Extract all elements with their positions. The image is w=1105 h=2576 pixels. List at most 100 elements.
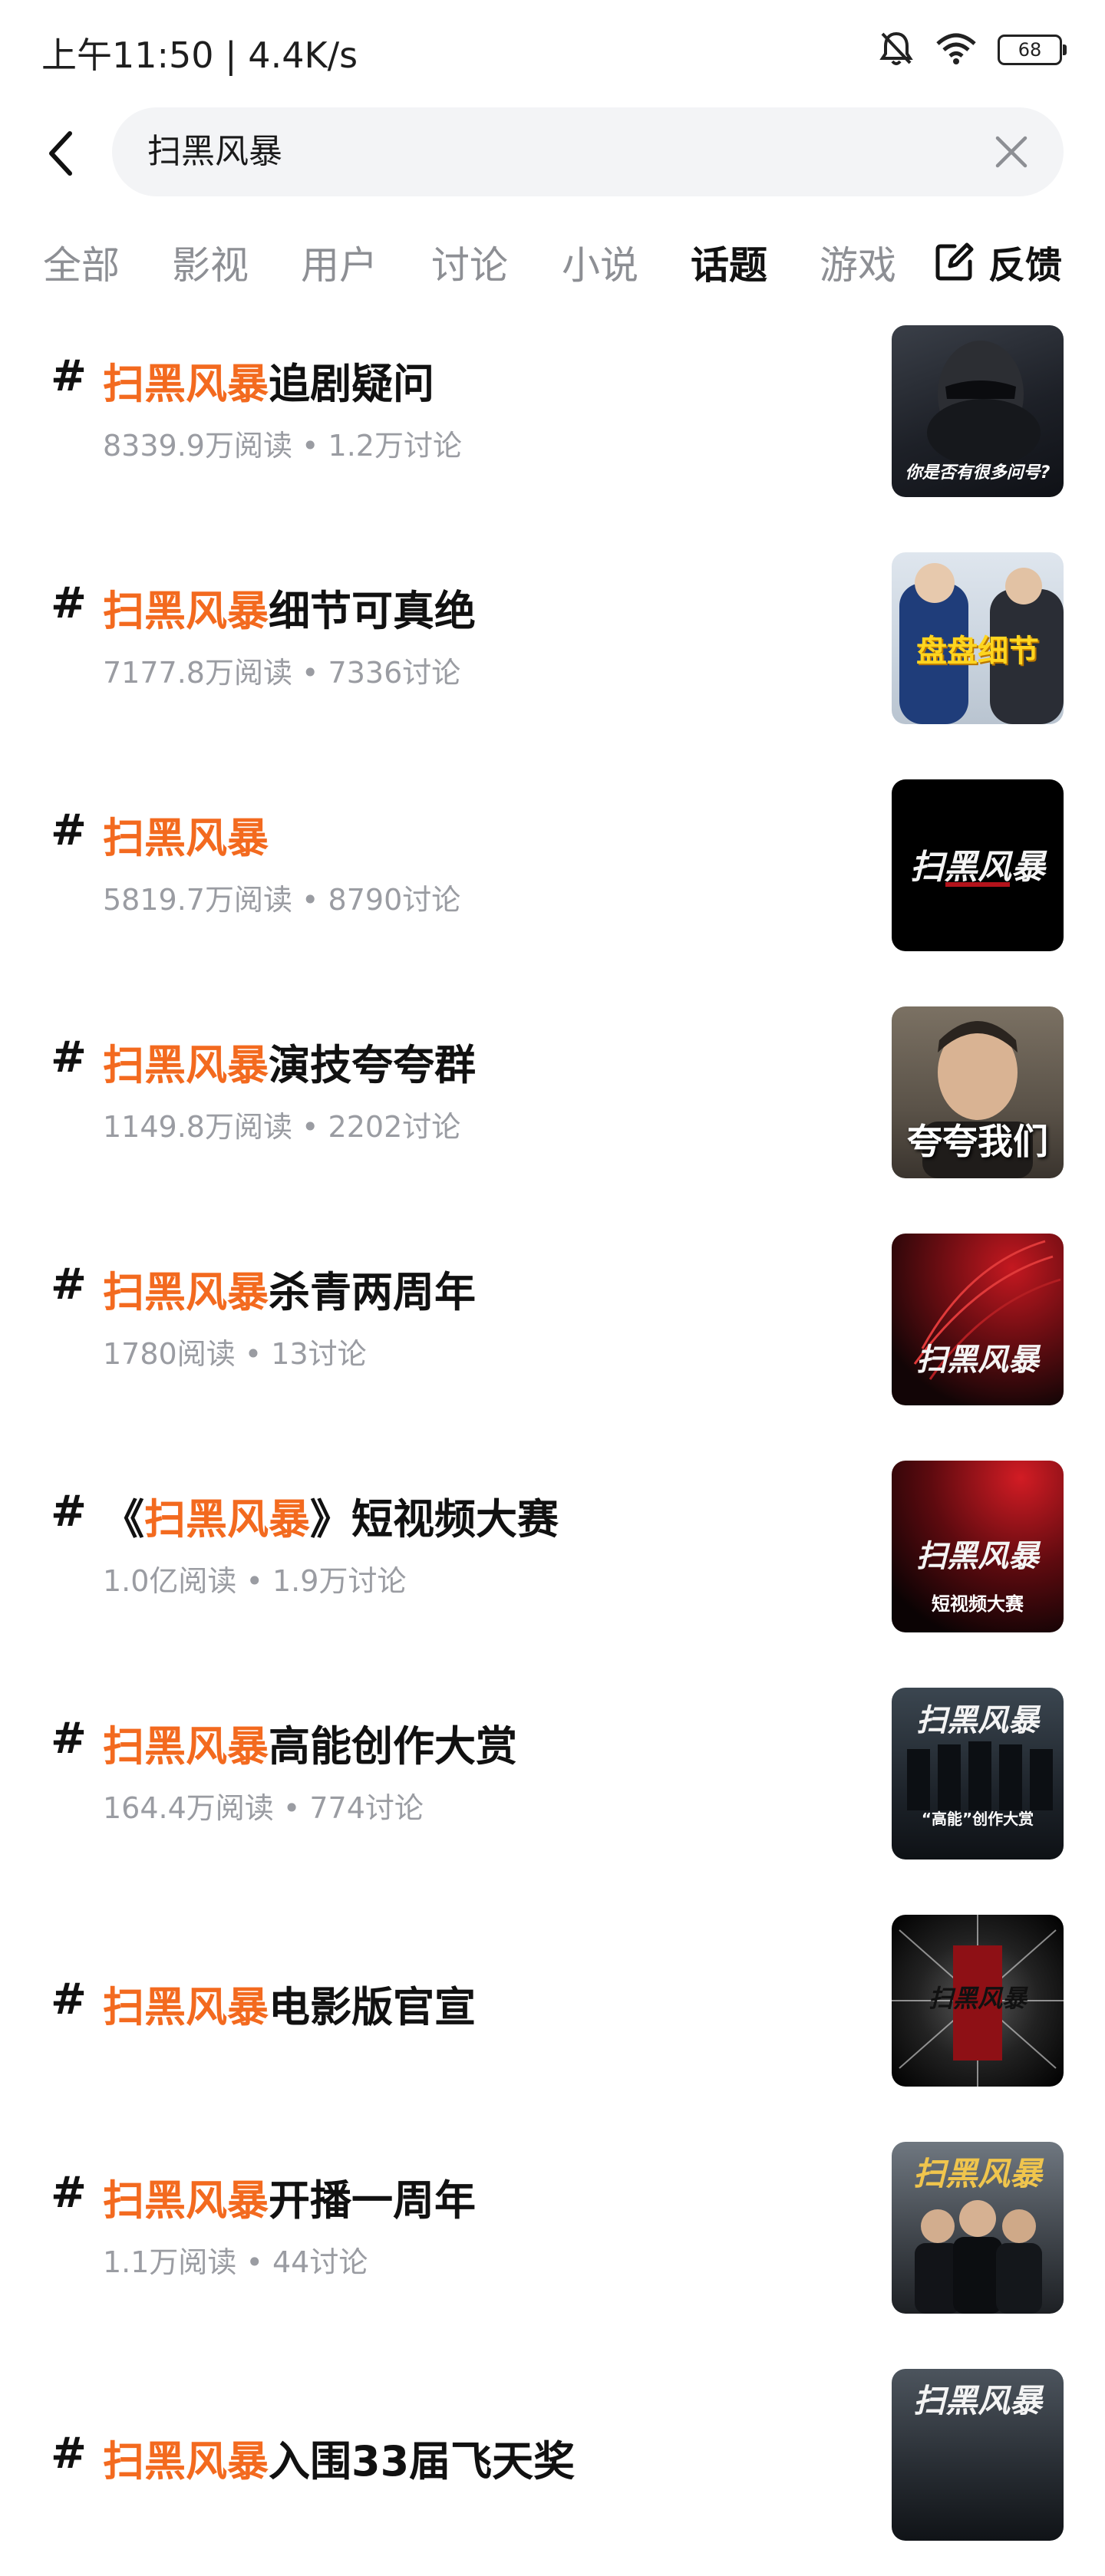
topic-title-highlight: 扫黑风暴 <box>103 1041 269 1089</box>
topic-thumbnail: 扫黑风暴 “高能”创作大赏 <box>892 1688 1064 1860</box>
topic-title: 扫黑风暴入围33届飞天奖 <box>103 2427 575 2488</box>
topic-item[interactable]: # 扫黑风暴入围33届飞天奖 扫黑风暴 <box>0 2350 1105 2576</box>
topic-title-highlight: 扫黑风暴 <box>144 1495 310 1543</box>
topic-stats: 1.0亿阅读 • 1.9万讨论 <box>103 1564 407 1598</box>
topic-title-highlight: 扫黑风暴 <box>103 1983 269 2031</box>
topic-thumbnail: 夸夸我们 <box>892 1006 1064 1178</box>
topic-item[interactable]: # 扫黑风暴杀青两周年 1780阅读 • 13讨论 扫黑风暴 <box>0 1215 1105 1441</box>
tab-topics[interactable]: 话题 <box>691 235 767 290</box>
topic-stats: 5819.7万阅读 • 8790讨论 <box>103 883 461 917</box>
topic-title: 扫黑风暴开播一周年 <box>103 2166 476 2227</box>
thumbnail-caption: 盘盘细节 <box>916 634 1039 669</box>
hashtag-icon: # <box>51 805 87 855</box>
search-bar-row: 扫黑风暴 <box>0 100 1105 207</box>
topic-item[interactable]: # 扫黑风暴细节可真绝 7177.8万阅读 • 7336讨论 盘盘细节 <box>0 534 1105 759</box>
hashtag-icon: # <box>51 1260 87 1309</box>
thumbnail-logo-text: 扫黑风暴 <box>928 1984 1027 2013</box>
battery-indicator: 68 <box>998 35 1067 65</box>
thumbnail-caption: 夸夸我们 <box>907 1121 1048 1162</box>
topic-title-rest: 杀青两周年 <box>269 1268 476 1316</box>
thumbnail-caption: 短视频大赛 <box>932 1593 1024 1615</box>
status-time: 上午11:50 | 4.4K/s <box>41 35 358 76</box>
hashtag-icon: # <box>51 1714 87 1764</box>
topic-item[interactable]: # 扫黑风暴演技夸夸群 1149.8万阅读 • 2202讨论 夸夸我们 <box>0 988 1105 1214</box>
topic-thumbnail: 扫黑风暴 <box>892 2369 1064 2541</box>
hashtag-icon: # <box>51 2168 87 2218</box>
topic-stats: 8339.9万阅读 • 1.2万讨论 <box>103 429 462 463</box>
tab-all[interactable]: 全部 <box>43 235 120 290</box>
topic-title: 扫黑风暴演技夸夸群 <box>103 1031 476 1092</box>
tab-discussion[interactable]: 讨论 <box>431 235 508 290</box>
topic-item[interactable]: # 扫黑风暴开播一周年 1.1万阅读 • 44讨论 扫黑风暴 <box>0 2123 1105 2349</box>
thumbnail-caption: “高能”创作大赏 <box>921 1810 1034 1828</box>
topic-thumbnail: 盘盘细节 <box>892 552 1064 724</box>
topic-thumbnail: 你是否有很多问号? <box>892 325 1064 497</box>
topic-title-highlight: 扫黑风暴 <box>103 1268 269 1316</box>
hashtag-icon: # <box>51 1033 87 1082</box>
topic-title-highlight: 扫黑风暴 <box>103 814 269 862</box>
thumbnail-red-stripe <box>945 882 1010 887</box>
tab-games[interactable]: 游戏 <box>820 235 896 290</box>
topic-title: 《扫黑风暴》短视频大赛 <box>103 1485 559 1546</box>
topic-title-prefix: 《 <box>103 1495 144 1543</box>
tab-video[interactable]: 影视 <box>172 235 249 290</box>
wifi-icon <box>935 31 978 68</box>
topic-title: 扫黑风暴电影版官宣 <box>103 1973 476 2034</box>
topic-item[interactable]: # 扫黑风暴高能创作大赏 164.4万阅读 • 774讨论 扫黑风暴 “高能”创… <box>0 1669 1105 1895</box>
clear-search-button[interactable] <box>990 130 1033 173</box>
search-query-text: 扫黑风暴 <box>147 132 282 171</box>
topic-stats: 1.1万阅读 • 44讨论 <box>103 2245 368 2279</box>
topic-title: 扫黑风暴 <box>103 804 269 865</box>
thumbnail-logo-text: 扫黑风暴 <box>916 1538 1039 1574</box>
topic-item[interactable]: # 扫黑风暴电影版官宣 扫黑风暴 <box>0 1896 1105 2122</box>
topic-title-rest: 入围33届飞天奖 <box>269 2437 576 2485</box>
search-category-tabs: 全部 影视 用户 讨论 小说 话题 游戏 反馈 <box>0 222 1105 299</box>
topic-title: 扫黑风暴细节可真绝 <box>103 577 476 637</box>
back-arrow-icon <box>49 131 72 176</box>
topic-title-rest: 》短视频大赛 <box>310 1495 559 1543</box>
topic-title-highlight: 扫黑风暴 <box>103 2437 269 2485</box>
topic-thumbnail: 扫黑风暴 <box>892 2142 1064 2314</box>
back-button[interactable] <box>34 123 87 184</box>
topic-title-rest: 细节可真绝 <box>269 587 476 635</box>
topic-stats: 1149.8万阅读 • 2202讨论 <box>103 1110 461 1144</box>
topic-stats: 1780阅读 • 13讨论 <box>103 1337 367 1371</box>
topic-thumbnail: 扫黑风暴 短视频大赛 <box>892 1461 1064 1632</box>
feedback-label: 反馈 <box>988 244 1062 287</box>
topic-title-highlight: 扫黑风暴 <box>103 587 269 635</box>
topic-thumbnail: 扫黑风暴 <box>892 1915 1064 2087</box>
topic-title-rest: 高能创作大赏 <box>269 1722 517 1771</box>
topic-thumbnail: 扫黑风暴 <box>892 1234 1064 1405</box>
topic-title: 扫黑风暴高能创作大赏 <box>103 1712 517 1773</box>
topic-stats: 7177.8万阅读 • 7336讨论 <box>103 656 461 690</box>
topic-title-highlight: 扫黑风暴 <box>103 2176 269 2225</box>
topic-title-highlight: 扫黑风暴 <box>103 360 269 408</box>
hashtag-icon: # <box>51 1975 87 2024</box>
topic-title-rest: 追剧疑问 <box>269 360 434 408</box>
topic-thumbnail: 扫黑风暴 <box>892 779 1064 951</box>
topic-title-rest: 开播一周年 <box>269 2176 476 2225</box>
hashtag-icon: # <box>51 351 87 401</box>
topic-title: 扫黑风暴杀青两周年 <box>103 1258 476 1319</box>
topic-title-rest: 电影版官宣 <box>269 1983 476 2031</box>
tab-novel[interactable]: 小说 <box>562 235 638 290</box>
search-input[interactable]: 扫黑风暴 <box>112 107 1064 196</box>
topic-title-rest: 演技夸夸群 <box>269 1041 476 1089</box>
edit-icon <box>935 242 974 281</box>
thumbnail-logo-text: 扫黑风暴 <box>910 848 1045 887</box>
thumbnail-caption: 你是否有很多问号? <box>905 463 1051 483</box>
topic-stats: 164.4万阅读 • 774讨论 <box>103 1791 424 1825</box>
topic-item[interactable]: # 《扫黑风暴》短视频大赛 1.0亿阅读 • 1.9万讨论 扫黑风暴 短视频大赛 <box>0 1442 1105 1668</box>
thumbnail-logo-text: 扫黑风暴 <box>912 2382 1042 2420</box>
topic-title-highlight: 扫黑风暴 <box>103 1722 269 1771</box>
thumbnail-logo-text: 扫黑风暴 <box>916 1342 1039 1378</box>
topic-item[interactable]: # 扫黑风暴 5819.7万阅读 • 8790讨论 扫黑风暴 <box>0 761 1105 987</box>
feedback-button[interactable]: 反馈 <box>935 235 1062 288</box>
hashtag-icon: # <box>51 1487 87 1537</box>
topic-title: 扫黑风暴追剧疑问 <box>103 350 434 410</box>
tab-users[interactable]: 用户 <box>301 235 378 290</box>
hashtag-icon: # <box>51 578 87 628</box>
topic-item[interactable]: # 扫黑风暴追剧疑问 8339.9万阅读 • 1.2万讨论 你是否有很多问号? <box>0 307 1105 532</box>
mute-bell-icon <box>878 29 915 71</box>
close-icon <box>995 136 1027 168</box>
